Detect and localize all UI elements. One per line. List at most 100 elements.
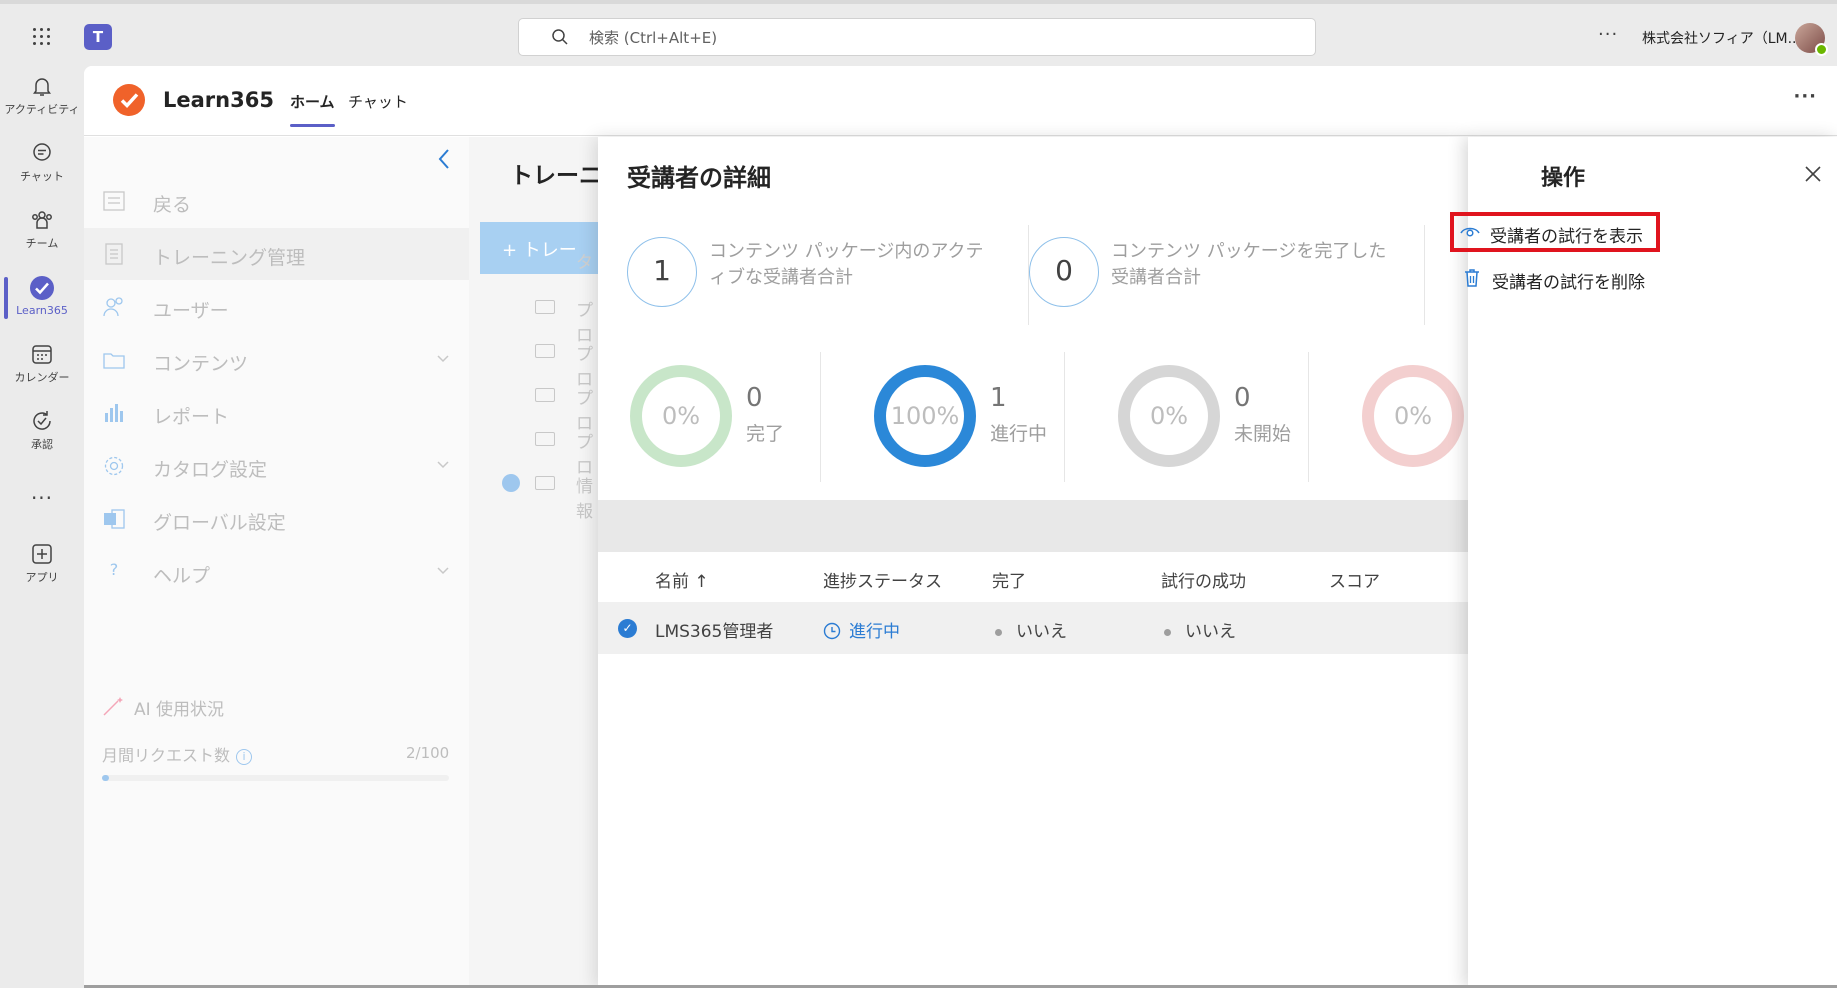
delete-learner-attempts-button[interactable]: 受講者の試行を削除 xyxy=(1456,258,1666,298)
chevron-down-icon[interactable] xyxy=(436,563,450,577)
learn365-icon xyxy=(30,276,54,300)
column-header-success[interactable]: 試行の成功 xyxy=(1161,567,1246,592)
list-item[interactable]: プロ xyxy=(480,416,600,478)
more-options-icon[interactable]: ··· xyxy=(1793,86,1817,107)
donut-percent: 100% xyxy=(890,402,960,430)
divider xyxy=(1064,352,1065,482)
status-dot-icon xyxy=(1164,628,1171,636)
teams-logo-icon: T xyxy=(84,24,112,50)
bar-chart-icon xyxy=(105,404,123,422)
cell-name: LMS365管理者 xyxy=(655,622,774,642)
list-item[interactable]: プロ xyxy=(480,284,600,346)
trash-icon xyxy=(1465,269,1479,287)
help-icon: ? xyxy=(109,560,119,579)
delete-learner-attempts-label: 受講者の試行を削除 xyxy=(1492,273,1645,293)
sidebar-item-help[interactable]: ? ヘルプ xyxy=(84,546,469,598)
learner-details-panel: 受講者の詳細 1 コンテンツ パッケージ内のアクティブな受講者合計 0 コンテン… xyxy=(598,137,1468,988)
rail-item-approvals[interactable]: 承認 xyxy=(0,401,84,465)
app-header: Learn365 ホーム チャット ··· xyxy=(84,66,1837,136)
rail-item-activity[interactable]: アクティビティ xyxy=(0,66,84,130)
more-apps-icon[interactable]: ··· xyxy=(0,486,84,510)
status-donut: 100% 1 進行中 xyxy=(842,365,1074,485)
cell-completed: いいえ xyxy=(995,617,1067,642)
sidebar-item-content[interactable]: コンテンツ xyxy=(84,334,469,386)
info-icon[interactable]: i xyxy=(236,748,253,765)
chevron-down-icon[interactable] xyxy=(436,351,450,365)
row-selected-check-icon[interactable]: ✓ xyxy=(618,619,637,638)
donut-label: 未開始 xyxy=(1234,423,1292,445)
sidebar-item-catalog-settings[interactable]: カタログ設定 xyxy=(84,440,469,492)
toolbar-band xyxy=(598,500,1468,552)
donut-percent: 0% xyxy=(1393,402,1433,430)
monitor-icon xyxy=(535,344,555,358)
donut-count: 0 xyxy=(1234,383,1251,413)
rail-item-label: チーム xyxy=(25,237,59,250)
monitor-icon xyxy=(535,432,555,446)
sidebar-item-label: カタログ設定 xyxy=(153,459,268,481)
rail-item-learn365[interactable]: Learn365 xyxy=(0,267,84,331)
rail-item-label: Learn365 xyxy=(16,304,68,317)
ai-usage-label: AI 使用状況 xyxy=(134,700,225,720)
learn365-logo-icon xyxy=(113,84,145,116)
column-header-name[interactable]: 名前 ↑ xyxy=(655,567,709,592)
list-item[interactable]: 情報 xyxy=(480,460,600,522)
rail-item-label: 承認 xyxy=(31,438,53,451)
settings-more-icon[interactable]: ··· xyxy=(1598,24,1618,45)
column-header-completed[interactable]: 完了 xyxy=(992,567,1026,592)
status-donut: 0% 0 完了 xyxy=(598,365,830,485)
folder-icon xyxy=(103,353,125,369)
view-learner-attempts-label: 受講者の試行を表示 xyxy=(1490,227,1643,247)
apps-add-icon xyxy=(32,544,52,564)
search-box[interactable] xyxy=(518,18,1316,56)
search-icon xyxy=(552,29,568,45)
teams-icon xyxy=(32,211,52,229)
clock-icon xyxy=(823,622,841,640)
search-input[interactable] xyxy=(589,27,1189,49)
rail-item-teams[interactable]: チーム xyxy=(0,200,84,264)
view-learner-attempts-button[interactable]: 受講者の試行を表示 xyxy=(1450,212,1660,252)
tab-home[interactable]: ホーム xyxy=(290,91,335,127)
sidebar-item-label: コンテンツ xyxy=(153,353,249,375)
collapse-chevron-icon[interactable] xyxy=(434,147,454,171)
sidebar-item-label: 戻る xyxy=(153,194,192,216)
divider xyxy=(1424,225,1425,325)
global-settings-icon xyxy=(104,509,125,529)
status-donut: 0% 0 未開始 xyxy=(1086,365,1318,485)
list-item[interactable]: プロ xyxy=(480,372,600,434)
monthly-requests-progress xyxy=(102,775,449,781)
panel-title: 操作 xyxy=(1541,166,1586,191)
gear-icon xyxy=(104,456,124,476)
rail-item-calendar[interactable]: カレンダー xyxy=(0,334,84,398)
eye-icon xyxy=(1460,227,1480,237)
chevron-down-icon[interactable] xyxy=(436,457,450,471)
sidebar-item-users[interactable]: ユーザー xyxy=(84,281,469,333)
stat-active-learners: 1 コンテンツ パッケージ内のアクティブな受講者合計 xyxy=(627,225,1007,330)
stat-label: コンテンツ パッケージ内のアクティブな受講者合計 xyxy=(709,241,984,288)
list-item[interactable]: プロ xyxy=(480,328,600,390)
rail-item-chat[interactable]: チャット xyxy=(0,133,84,197)
panel-title: 受講者の詳細 xyxy=(627,164,771,192)
avatar[interactable] xyxy=(1795,23,1828,56)
status-dot-icon xyxy=(995,628,1002,636)
users-icon xyxy=(103,297,123,317)
table-row[interactable]: ✓ LMS365管理者 進行中 いいえ いいえ xyxy=(598,602,1468,654)
column-header-status[interactable]: 進捗ステータス xyxy=(823,567,942,592)
sidebar-item-reports[interactable]: レポート xyxy=(84,387,469,439)
sidebar-item-label: レポート xyxy=(153,406,230,428)
rail-item-apps[interactable]: アプリ xyxy=(0,534,84,598)
sidebar-item-label: グローバル設定 xyxy=(153,512,286,534)
close-icon[interactable] xyxy=(1803,164,1823,184)
list-header: タ xyxy=(576,253,593,273)
sidebar-item-training[interactable]: トレーニング管理 xyxy=(84,228,469,280)
tab-chat[interactable]: チャット xyxy=(348,91,408,112)
sidebar-item-global-settings[interactable]: グローバル設定 xyxy=(84,493,469,545)
sidebar-item-label: ヘルプ xyxy=(153,565,211,587)
app-launcher-icon[interactable] xyxy=(31,26,53,48)
ai-usage: AI 使用状況 xyxy=(102,695,224,722)
donut-percent: 0% xyxy=(661,402,701,430)
donut-label: 完了 xyxy=(746,423,785,445)
page-title: トレーニ xyxy=(510,163,602,189)
admin-sidebar: 戻る トレーニング管理 ユーザー コンテンツ レポート カタログ設定 グローバル… xyxy=(84,137,469,988)
sidebar-item-back[interactable]: 戻る xyxy=(84,175,469,227)
column-header-score[interactable]: スコア xyxy=(1329,567,1380,592)
